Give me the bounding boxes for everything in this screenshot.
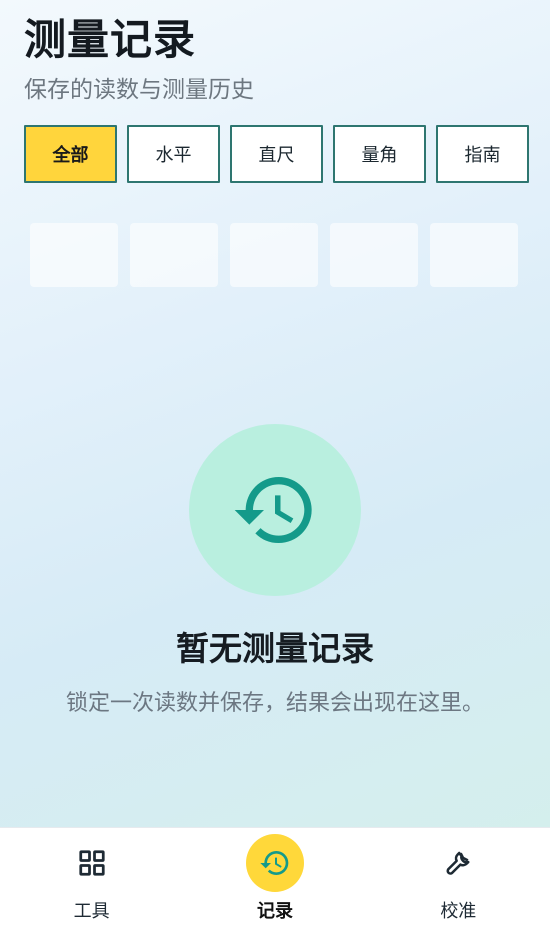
page-title: 测量记录 (24, 15, 197, 64)
nav-icon-wrap (429, 834, 487, 892)
filter-chip-row: 全部 水平 直尺 量角 指南 (24, 125, 529, 183)
page-subtitle: 保存的读数与测量历史 (24, 77, 254, 103)
filter-chip-protractor[interactable]: 量角 (333, 125, 426, 183)
bottom-navigation: 工具 记录 校准 (0, 827, 550, 929)
nav-item-tools[interactable]: 工具 (0, 828, 183, 929)
nav-label: 校准 (440, 901, 477, 922)
grid-icon (79, 850, 105, 876)
empty-state-description: 锁定一次读数并保存，结果会出现在这里。 (65, 691, 484, 716)
nav-label: 记录 (256, 901, 293, 922)
nav-label: 工具 (73, 901, 110, 922)
filter-chip-compass[interactable]: 指南 (436, 125, 529, 183)
empty-state-icon-circle (189, 424, 361, 596)
skeleton-card (130, 223, 218, 287)
filter-chip-level[interactable]: 水平 (127, 125, 220, 183)
skeleton-card (430, 223, 518, 287)
filter-chip-ruler[interactable]: 直尺 (230, 125, 323, 183)
empty-state-title: 暂无测量记录 (176, 629, 374, 668)
nav-icon-wrap (245, 834, 304, 892)
filter-chip-all[interactable]: 全部 (24, 125, 117, 183)
history-icon (260, 851, 289, 875)
nav-item-records[interactable]: 记录 (183, 828, 366, 929)
skeleton-card (230, 223, 318, 287)
skeleton-card (330, 223, 418, 287)
nav-item-calibrate[interactable]: 校准 (367, 828, 550, 929)
nav-icon-wrap (63, 834, 121, 892)
skeleton-card (30, 223, 118, 287)
wrench-icon (446, 851, 470, 875)
history-icon (234, 477, 312, 543)
skeleton-row (30, 223, 518, 287)
